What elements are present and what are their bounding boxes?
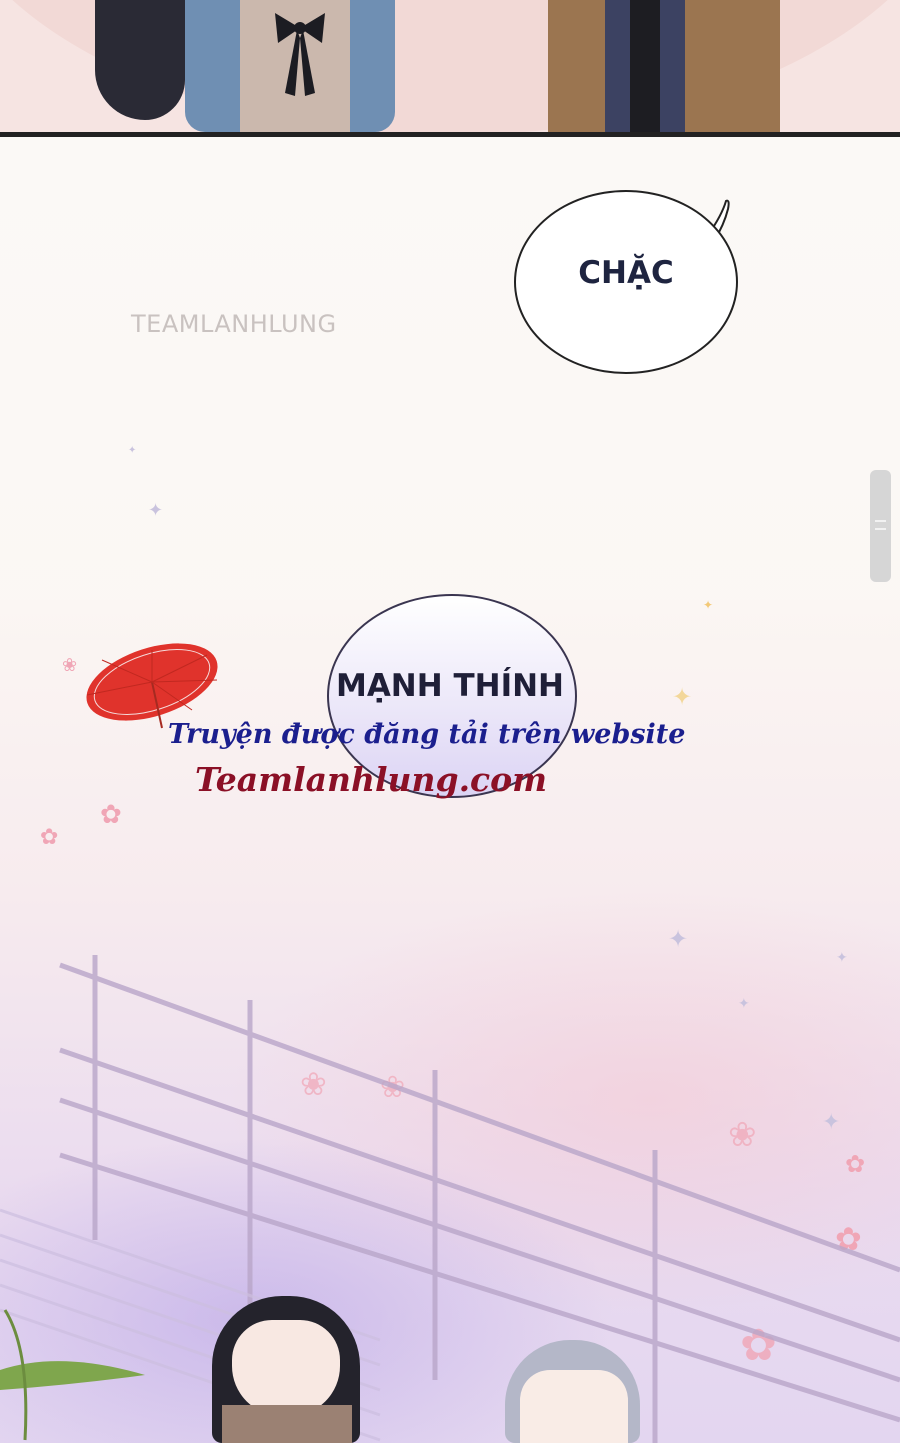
girl-hair-illustration <box>95 0 185 120</box>
sound-effect-text: CHẶC <box>578 255 674 291</box>
site-notice-website: Teamlanhlung.com <box>195 760 548 799</box>
character-name: MẠNH THÍNH <box>335 668 565 704</box>
man-tie-illustration <box>630 0 660 132</box>
flower-icon: ✿ <box>40 825 59 850</box>
sparkle-icon: ✦ <box>672 683 693 711</box>
site-notice-line1: Truyện được đăng tải trên website <box>168 719 686 750</box>
ribbon-bow-icon <box>275 13 325 96</box>
flower-icon: ✿ <box>100 800 122 830</box>
girl-face-illustration <box>232 1320 340 1416</box>
scroll-handle-icon[interactable] <box>870 470 891 582</box>
red-umbrella-icon <box>86 643 218 729</box>
watermark-text: TEAMLANHLUNG <box>131 310 337 338</box>
speech-bubble: CHẶC <box>514 190 738 374</box>
bamboo-leaf-icon <box>0 1309 145 1441</box>
grip-line <box>875 528 886 530</box>
sparkle-icon: ✦ <box>128 445 137 456</box>
sparkle-icon: ✦ <box>703 598 714 612</box>
girl-uniform-illustration <box>222 1405 352 1443</box>
flower-icon: ❀ <box>62 655 78 676</box>
sparkle-icon: ✦ <box>148 500 164 521</box>
grip-line <box>875 520 886 522</box>
comic-panel-top <box>0 0 900 137</box>
boy-face-illustration <box>520 1370 628 1443</box>
